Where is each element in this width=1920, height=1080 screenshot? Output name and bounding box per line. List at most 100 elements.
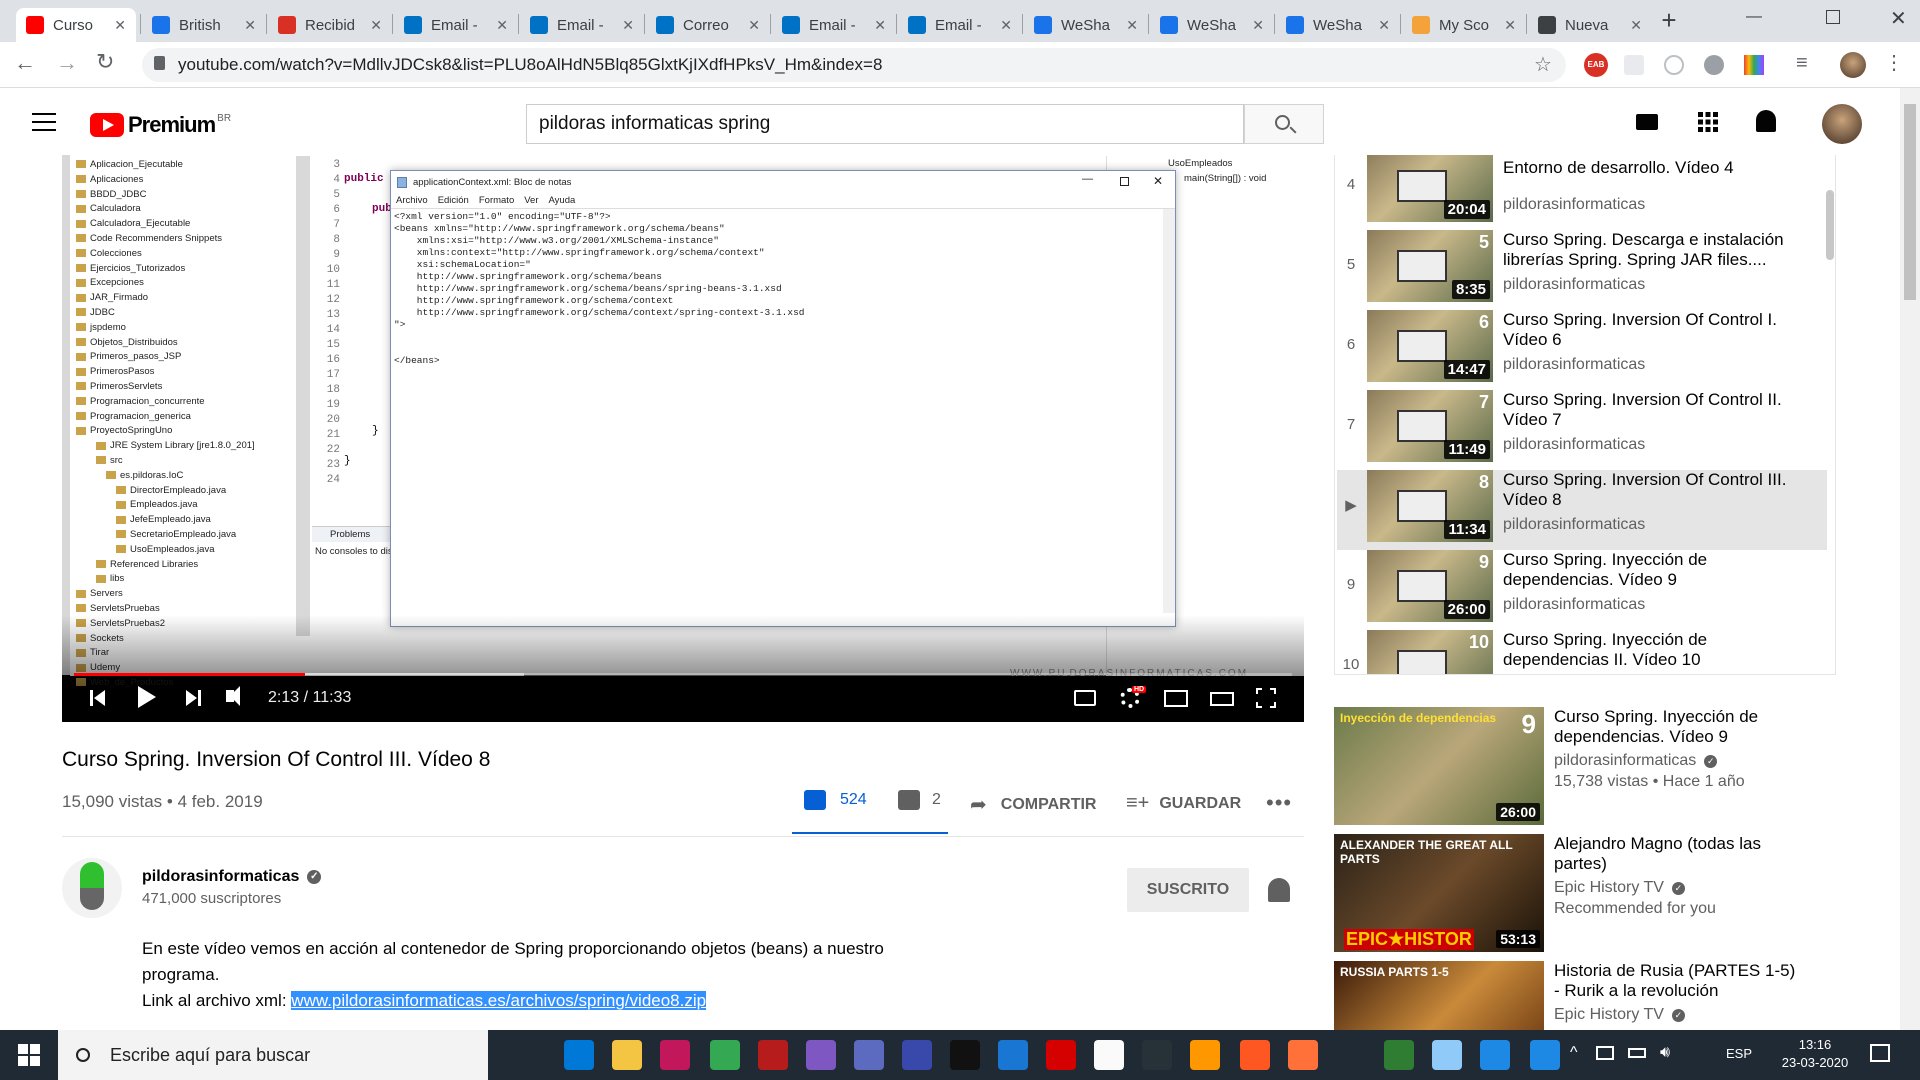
browser-tab[interactable]: Email - ✕ [394, 8, 518, 42]
channel-avatar[interactable] [62, 858, 122, 918]
previous-video-icon[interactable] [90, 688, 106, 708]
next-video-icon[interactable] [186, 688, 202, 708]
close-tab-icon[interactable]: ✕ [496, 17, 508, 34]
extension-icon-abp[interactable]: EAB [1584, 53, 1608, 77]
description-link[interactable]: www.pildorasinformaticas.es/archivos/spr… [291, 991, 707, 1010]
theater-mode-icon[interactable] [1210, 692, 1234, 706]
minimize-window-button[interactable]: — [1746, 8, 1766, 28]
subscribed-button[interactable]: SUSCRITO [1127, 868, 1249, 912]
youtube-logo[interactable]: Premium BR [90, 112, 231, 138]
notification-bell-icon[interactable] [1268, 878, 1290, 902]
close-tab-icon[interactable]: ✕ [370, 17, 382, 34]
action-center-icon[interactable] [1870, 1044, 1890, 1062]
help-icon[interactable] [1530, 1040, 1560, 1070]
browser-tab[interactable]: My Sco ✕ [1402, 8, 1526, 42]
play-icon[interactable] [138, 686, 156, 708]
opera-icon[interactable] [1046, 1040, 1076, 1070]
browser-tab[interactable]: Correo ✕ [646, 8, 770, 42]
close-tab-icon[interactable]: ✕ [748, 17, 760, 34]
file-explorer-icon[interactable] [612, 1040, 642, 1070]
close-tab-icon[interactable]: ✕ [1378, 17, 1390, 34]
browser-tab[interactable]: Curso ✕ [16, 8, 136, 42]
app-icon-4[interactable] [1432, 1040, 1462, 1070]
windows-start-icon[interactable] [18, 1044, 40, 1066]
fullscreen-icon[interactable] [1256, 688, 1276, 708]
battery-icon[interactable] [1628, 1048, 1646, 1058]
chrome-icon[interactable] [710, 1040, 740, 1070]
terminal-icon[interactable] [1142, 1040, 1172, 1070]
subtitles-icon[interactable] [1074, 690, 1096, 706]
profile-avatar[interactable] [1840, 52, 1866, 78]
browser-tab[interactable]: WeSha ✕ [1150, 8, 1274, 42]
paint-icon[interactable] [806, 1040, 836, 1070]
dislike-button[interactable]: 2 [898, 790, 941, 810]
playlist-scrollbar[interactable] [1826, 190, 1834, 260]
network-share-icon[interactable] [998, 1040, 1028, 1070]
settings-icon[interactable] [1336, 1040, 1366, 1070]
browser-tab[interactable]: British ✕ [142, 8, 266, 42]
close-tab-icon[interactable]: ✕ [1000, 17, 1012, 34]
notifications-bell-icon[interactable] [1756, 110, 1776, 132]
firefox-icon[interactable] [1288, 1040, 1318, 1070]
hamburger-menu-icon[interactable] [32, 113, 56, 131]
webstorm-icon[interactable] [950, 1040, 980, 1070]
media-control-icon[interactable]: ≡ [1796, 52, 1808, 75]
recommended-item[interactable]: Inyección de dependencias 9 26:00 Curso Spr… [1334, 707, 1884, 825]
new-tab-button[interactable]: + [1656, 7, 1682, 34]
close-tab-icon[interactable]: ✕ [1630, 17, 1642, 34]
apps-grid-icon[interactable] [1698, 112, 1718, 132]
ie-icon[interactable] [1480, 1040, 1510, 1070]
channel-name[interactable]: pildorasinformaticas ✓ [142, 868, 322, 886]
close-tab-icon[interactable]: ✕ [622, 17, 634, 34]
forward-arrow-icon[interactable]: → [56, 50, 78, 76]
playlist-item[interactable]: 4 20:04 Entorno de desarrollo. Vídeo 4 pild… [1337, 155, 1827, 230]
browser-tab[interactable]: Email - ✕ [772, 8, 896, 42]
browser-tab[interactable]: WeSha ✕ [1276, 8, 1400, 42]
playlist-item[interactable]: 101011:22Curso Spring. Inyección dedepen… [1337, 630, 1827, 674]
miniplayer-icon[interactable] [1164, 690, 1188, 707]
app-icon-2[interactable] [902, 1040, 932, 1070]
save-button[interactable]: ≡+ GUARDAR [1126, 792, 1241, 815]
recommended-item[interactable]: ALEXANDER THE GREAT ALL PARTS EPIC★HISTOR… [1334, 834, 1884, 952]
extension-icon-4[interactable] [1704, 55, 1724, 75]
extension-icon-3[interactable] [1664, 55, 1684, 75]
close-tab-icon[interactable]: ✕ [874, 17, 886, 34]
maximize-window-button[interactable] [1826, 10, 1840, 24]
share-button[interactable]: ➦ COMPARTIR [970, 792, 1096, 817]
language-indicator[interactable]: ESP [1726, 1046, 1752, 1061]
user-avatar[interactable] [1822, 104, 1862, 144]
close-tab-icon[interactable]: ✕ [1252, 17, 1264, 34]
winamp-icon[interactable] [660, 1040, 690, 1070]
playlist-item[interactable]: 9 9 26:00 Curso Spring. Inyección de depende… [1337, 550, 1827, 630]
extension-icon-2[interactable] [1624, 55, 1644, 75]
close-tab-icon[interactable]: ✕ [114, 17, 126, 34]
browser-tab[interactable]: Email - ✕ [898, 8, 1022, 42]
volume-tray-icon[interactable]: 🔊︎ [1660, 1044, 1670, 1062]
playlist-item[interactable]: 5 5 8:35 Curso Spring. Descarga e instalaci… [1337, 230, 1827, 310]
browser-tab[interactable]: Nueva ✕ [1528, 8, 1652, 42]
bookmark-star-icon[interactable]: ☆ [1534, 52, 1552, 77]
edge-icon[interactable] [564, 1040, 594, 1070]
app-icon-3[interactable] [1240, 1040, 1270, 1070]
notepad-icon[interactable] [1094, 1040, 1124, 1070]
app-icon-1[interactable] [854, 1040, 884, 1070]
close-tab-icon[interactable]: ✕ [244, 17, 256, 34]
browser-tab[interactable]: WeSha ✕ [1024, 8, 1148, 42]
reload-icon[interactable]: ↻ [96, 49, 114, 75]
address-bar[interactable]: youtube.com/watch?v=MdllvJDCsk8&list=PLU… [142, 48, 1566, 82]
wechat-icon[interactable] [1384, 1040, 1414, 1070]
clock[interactable]: 13:16 23-03-2020 [1770, 1036, 1860, 1072]
page-scrollbar-thumb[interactable] [1904, 104, 1916, 300]
extension-icon-color[interactable] [1744, 55, 1764, 75]
back-arrow-icon[interactable]: ← [14, 50, 36, 76]
playlist-item[interactable]: 6 6 14:47 Curso Spring. Inversion Of Contro… [1337, 310, 1827, 390]
search-input[interactable]: pildoras informaticas spring [526, 104, 1244, 144]
close-tab-icon[interactable]: ✕ [1126, 17, 1138, 34]
search-button[interactable] [1244, 104, 1324, 144]
browser-tab[interactable]: Recibid ✕ [268, 8, 392, 42]
filezilla-icon[interactable] [758, 1040, 788, 1070]
like-button[interactable]: 524 [804, 790, 867, 810]
taskbar-search-box[interactable]: Escribe aquí para buscar [58, 1030, 488, 1080]
task-view-icon[interactable] [504, 1040, 534, 1070]
browser-tab[interactable]: Email - ✕ [520, 8, 644, 42]
